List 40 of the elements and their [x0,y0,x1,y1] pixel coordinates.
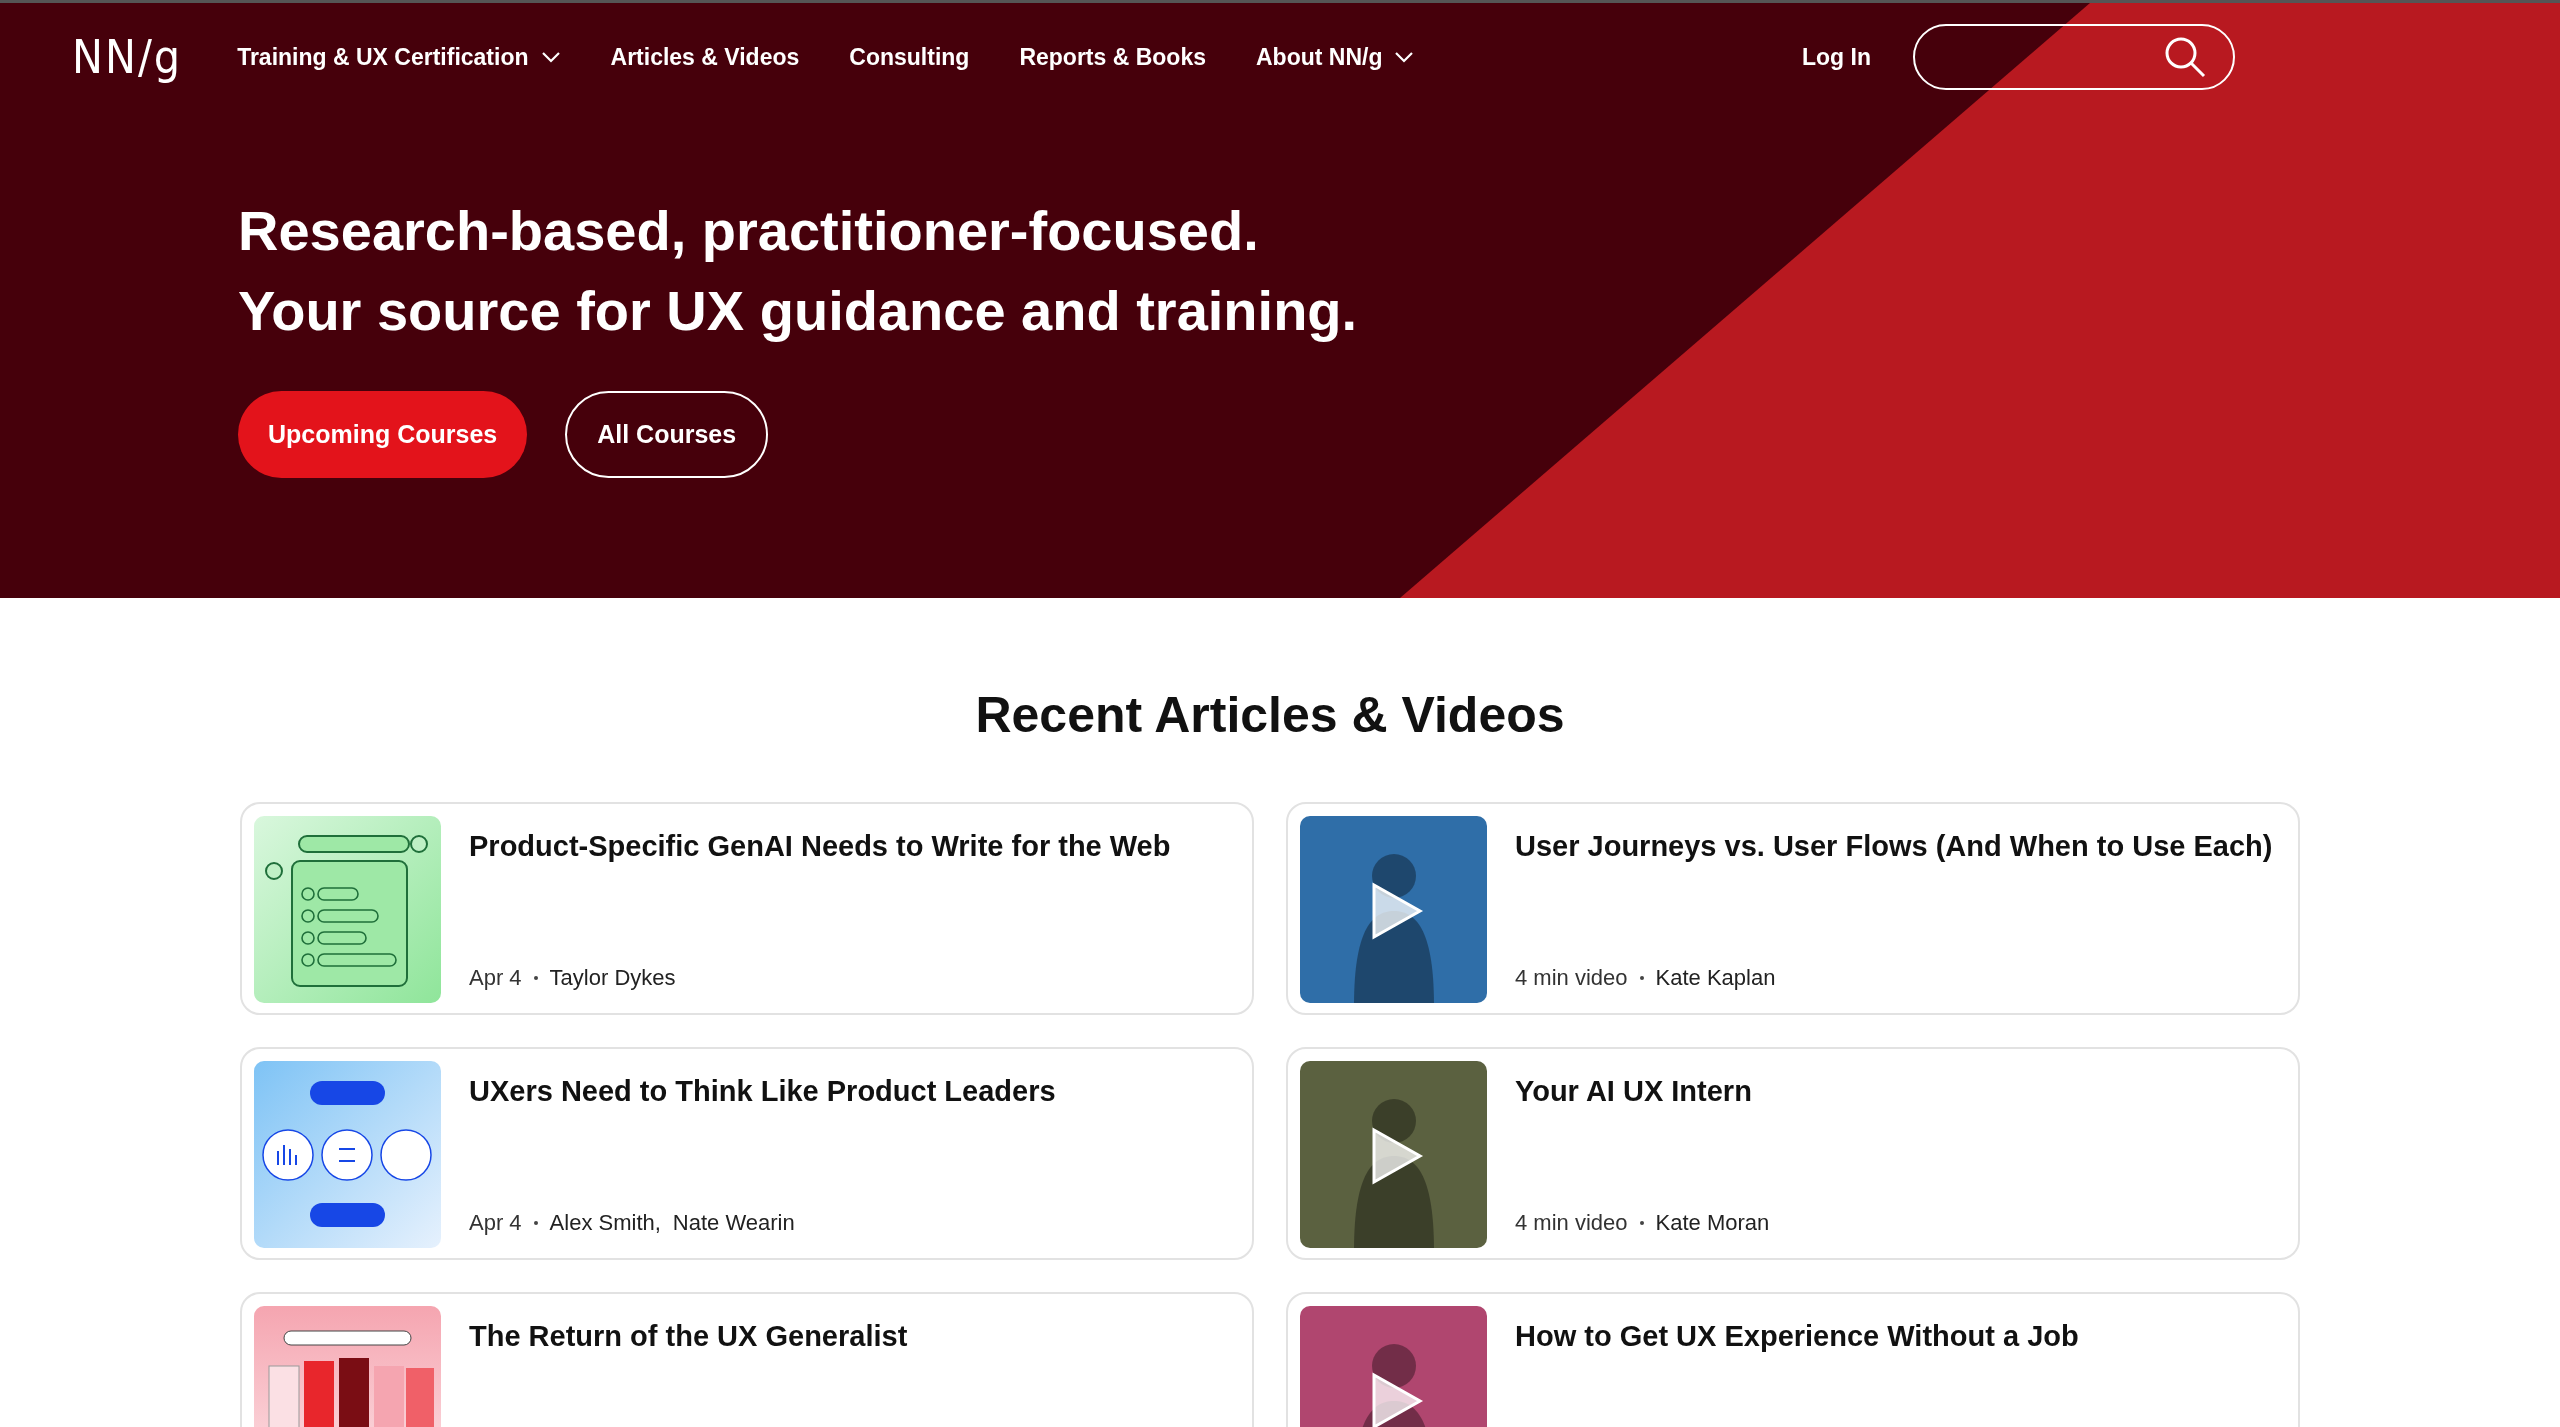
nav-link[interactable]: Training & UX Certification [237,43,561,71]
article-card[interactable]: How to Get UX Experience Without a Job [1286,1292,2300,1427]
article-meta: 4 min video [1515,965,1628,991]
hero-headline: Research-based, practitioner-focused. [238,198,1260,264]
author-link[interactable]: Kate Moran [1655,1210,1770,1236]
login-link[interactable]: Log In [1802,43,1871,71]
article-title[interactable]: UXers Need to Think Like Product Leaders [469,1075,1056,1108]
article-meta: Apr 4 [469,1210,522,1236]
article-card[interactable]: Your AI UX Intern 4 min video Kate Moran [1286,1047,2300,1260]
search-field[interactable] [1913,24,2235,90]
article-title[interactable]: User Journeys vs. User Flows (And When to Use Each) [1515,830,2273,863]
play-icon[interactable] [1370,881,1424,941]
video-thumbnail[interactable] [1300,1061,1487,1248]
article-card[interactable]: User Journeys vs. User Flows (And When to Use Each) 4 min video Kate Kaplan [1286,802,2300,1015]
play-icon[interactable] [1370,1371,1424,1427]
author-link[interactable]: Taylor Dykes [549,965,676,991]
all-courses-button[interactable]: All Courses [565,391,769,478]
search-icon[interactable] [2163,35,2207,79]
video-thumbnail[interactable] [1300,816,1487,1003]
article-title[interactable]: How to Get UX Experience Without a Job [1515,1320,2079,1353]
author-link[interactable]: Alex Smith, [549,1210,661,1236]
article-title[interactable]: The Return of the UX Generalist [469,1320,908,1353]
author-link[interactable]: Kate Kaplan [1655,965,1776,991]
site-logo[interactable]: NN/g [72,30,183,84]
article-title[interactable]: Your AI UX Intern [1515,1075,1770,1108]
article-meta: Apr 4 [469,965,522,991]
article-card[interactable]: Product-Specific GenAI Needs to Write for the Web Apr 4 Taylor Dykes [240,802,1254,1015]
nav-link[interactable]: Reports & Books [1019,43,1206,71]
author-link[interactable]: Nate Wearin [672,1210,795,1236]
section-title: Recent Articles & Videos [974,686,1566,744]
article-card[interactable]: UXers Need to Think Like Product Leaders Apr 4 Alex Smith, Nate Wearin [240,1047,1254,1260]
article-card[interactable]: The Return of the UX Generalist [240,1292,1254,1427]
upcoming-courses-button[interactable]: Upcoming Courses [238,391,528,478]
nav-link[interactable]: About NN/g [1255,43,1415,71]
nav-link[interactable]: Articles & Videos [610,43,800,71]
article-title[interactable]: Product-Specific GenAI Needs to Write for the Web [469,830,1171,863]
hero-headline: Your source for UX guidance and training. [238,278,1359,344]
article-meta: 4 min video [1515,1210,1628,1236]
play-icon[interactable] [1370,1126,1424,1186]
nav-link[interactable]: Consulting [849,43,970,71]
